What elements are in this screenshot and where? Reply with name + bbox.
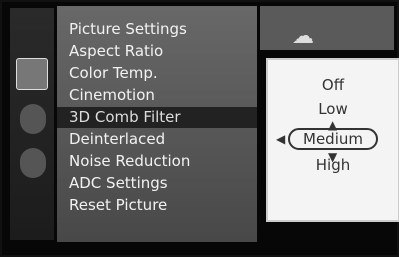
option-medium[interactable]: Medium (268, 130, 398, 148)
menu-item-3d-comb-filter[interactable]: 3D Comb Filter (57, 107, 257, 128)
option-high[interactable]: High (268, 156, 398, 174)
picture-menu: Picture Settings Aspect Ratio Color Temp… (57, 6, 257, 242)
top-right-panel (260, 6, 394, 50)
comb-filter-options-popup: Off Low ▲ ◀ Medium ▼ High (266, 58, 399, 222)
option-off[interactable]: Off (268, 76, 398, 94)
menu-item-aspect-ratio[interactable]: Aspect Ratio (57, 41, 257, 62)
picture-settings-icon[interactable] (16, 58, 48, 90)
cloud-icon: ☁ (292, 24, 314, 49)
menu-item-adc-settings[interactable]: ADC Settings (57, 173, 257, 194)
menu-item-noise-reduction[interactable]: Noise Reduction (57, 151, 257, 172)
menu-item-reset-picture[interactable]: Reset Picture (57, 195, 257, 216)
menu-item-deinterlaced[interactable]: Deinterlaced (57, 129, 257, 150)
option-low[interactable]: Low (268, 100, 398, 118)
menu-item-cinemotion[interactable]: Cinemotion (57, 85, 257, 106)
tv-screen: Picture Settings Aspect Ratio Color Temp… (0, 0, 399, 257)
menu-item-color-temp[interactable]: Color Temp. (57, 63, 257, 84)
setup-icon[interactable] (20, 148, 46, 178)
menu-item-picture-settings[interactable]: Picture Settings (57, 19, 257, 40)
audio-settings-icon[interactable] (20, 104, 46, 134)
